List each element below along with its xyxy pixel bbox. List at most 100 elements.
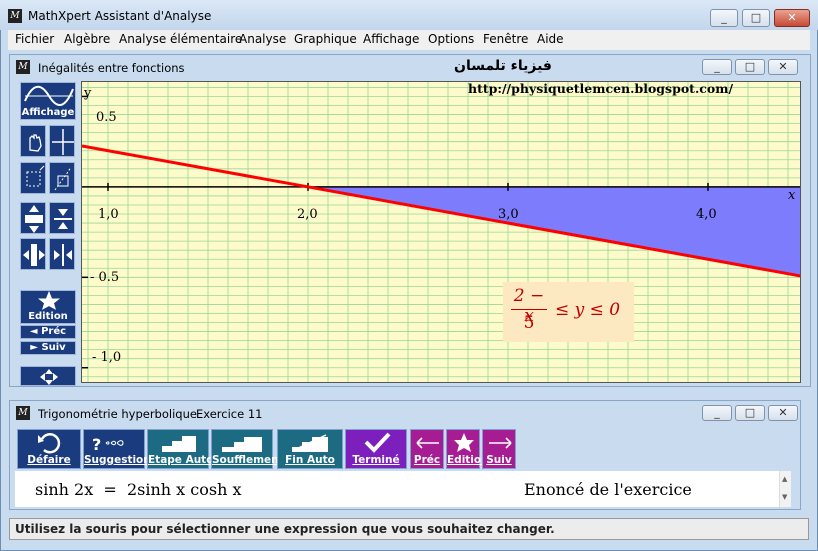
zoom-curve-button[interactable] — [49, 162, 75, 194]
zoom-vertical-out-button[interactable] — [49, 202, 75, 234]
undo-button[interactable]: Défaire — [17, 429, 81, 469]
vertical-compress-icon — [54, 209, 72, 229]
vertical-expand-icon — [25, 205, 43, 233]
formula-bounds: ≤ y ≤ 0 — [555, 300, 621, 320]
hand-icon — [29, 134, 42, 152]
scroll-down-icon[interactable]: ▼ — [782, 493, 787, 501]
inequality-formula[interactable]: 2 − x 5 ≤ y ≤ 0 — [503, 282, 634, 342]
exercise-prec-button[interactable]: Préc — [410, 429, 444, 469]
zoom-curve-icon — [54, 166, 72, 191]
exercise-expression[interactable]: sinh 2x = 2sinh x cosh x — [35, 480, 242, 499]
exercise-suiv-label: Suiv — [486, 454, 512, 466]
prec-label: ◄ Préc — [29, 326, 67, 337]
hand-tool-button[interactable] — [20, 125, 46, 157]
exercise-window: M Trigonométrie hyperbolique Exercice 11… — [9, 400, 801, 510]
graph-close-button[interactable]: ✕ — [768, 59, 798, 75]
menu-graphique[interactable]: Graphique — [294, 32, 357, 46]
status-bar: Utilisez la souris pour sélectionner une… — [9, 518, 809, 540]
stairs-finish-icon — [292, 434, 328, 452]
exercise-minimize-button[interactable]: _ — [702, 405, 732, 421]
stairs-icon — [222, 437, 262, 452]
etape-auto-button[interactable]: Etape Auto — [147, 429, 214, 469]
zoom-vertical-in-button[interactable] — [20, 202, 46, 234]
horizontal-compress-icon — [54, 244, 72, 266]
crosshair-icon — [52, 129, 74, 155]
graph-window: M Inégalités entre fonctions فيزياء تلمس… — [9, 54, 811, 387]
horizontal-expand-icon — [23, 244, 45, 266]
graph-minimize-button[interactable]: _ — [702, 59, 732, 75]
mathxpert-logo-icon: M — [16, 60, 30, 74]
zoom-horizontal-out-button[interactable] — [49, 238, 75, 270]
star-icon — [454, 433, 474, 452]
suggestion-label: Suggestion — [84, 454, 151, 466]
status-text: Utilisez la souris pour sélectionner une… — [15, 522, 555, 536]
menu-analyse[interactable]: Analyse — [239, 32, 286, 46]
menu-fichier[interactable]: Fichier — [15, 32, 54, 46]
suiv-label: ► Suiv — [30, 342, 66, 353]
soufflement-button[interactable]: Soufflement — [211, 429, 284, 469]
close-button[interactable]: ✕ — [774, 9, 810, 27]
exercise-scrollbar[interactable]: ▲ ▼ — [779, 471, 791, 507]
y-axis-label: y — [84, 86, 92, 101]
mathxpert-logo-icon: M — [16, 406, 30, 420]
plot-area[interactable]: y x http://physiquetlemcen.blogspot.com/… — [81, 81, 801, 383]
menu-options[interactable]: Options — [428, 32, 474, 46]
prec-button[interactable]: ◄ Préc — [20, 325, 76, 339]
soufflement-label: Soufflement — [212, 454, 284, 466]
star-icon — [38, 291, 60, 310]
affichage-button[interactable]: Affichage — [20, 82, 76, 120]
checkmark-icon — [364, 432, 391, 453]
menu-affichage[interactable]: Affichage — [363, 32, 419, 46]
menu-bar: Fichier Algèbre Analyse élémentaire Anal… — [8, 30, 810, 50]
exercise-close-button[interactable]: ✕ — [768, 405, 798, 421]
arrow-left-icon — [416, 437, 439, 449]
x-axis-label: x — [788, 188, 796, 203]
exercise-prec-label: Préc — [413, 454, 441, 466]
zoom-box-button[interactable] — [20, 162, 46, 194]
exercise-statement-label: Enoncé de l'exercice — [524, 480, 692, 499]
edition-label: Edition — [28, 311, 68, 322]
pan-button[interactable] — [20, 366, 76, 386]
exercise-edition-button[interactable]: Edition — [446, 429, 489, 469]
mathxpert-logo-icon: M — [8, 9, 22, 23]
termine-label: Terminé — [352, 454, 400, 466]
stairs-icon — [162, 436, 196, 452]
exercise-window-titlebar: M Trigonométrie hyperbolique Exercice 11… — [10, 401, 800, 425]
x-tick-label: 4,0 — [696, 207, 717, 222]
exercise-display: sinh 2x = 2sinh x cosh x Enoncé de l'exe… — [15, 471, 791, 507]
menu-analyse-elementaire[interactable]: Analyse élémentaire — [119, 32, 242, 46]
menu-fenetre[interactable]: Fenêtre — [483, 32, 528, 46]
graph-window-titlebar: M Inégalités entre fonctions فيزياء تلمس… — [10, 55, 810, 79]
crosshair-button[interactable] — [49, 125, 75, 157]
suggestion-button[interactable]: ? Suggestion — [83, 429, 151, 469]
watermark-url: http://physiquetlemcen.blogspot.com/ — [468, 81, 734, 96]
menu-algebre[interactable]: Algèbre — [64, 32, 110, 46]
suiv-button[interactable]: ► Suiv — [20, 341, 76, 355]
menu-aide[interactable]: Aide — [537, 32, 564, 46]
arrow-right-icon — [489, 437, 512, 449]
svg-text:?: ? — [92, 435, 101, 454]
move-arrows-icon — [40, 369, 58, 385]
maximize-button[interactable]: □ — [742, 9, 770, 27]
fin-auto-label: Fin Auto — [285, 454, 335, 466]
formula-denominator: 5 — [523, 313, 535, 333]
sine-wave-icon — [24, 85, 74, 106]
graph-svg — [82, 82, 800, 382]
graph-window-title: Inégalités entre fonctions — [38, 61, 185, 75]
fraction-bar — [511, 309, 547, 310]
zoom-horizontal-in-button[interactable] — [20, 238, 46, 270]
exercise-window-title: Trigonométrie hyperbolique — [38, 407, 197, 421]
title-bar: M MathXpert Assistant d'Analyse _ □ ✕ — [0, 0, 818, 30]
graph-maximize-button[interactable]: □ — [735, 59, 765, 75]
affichage-label: Affichage — [21, 107, 75, 118]
exercise-maximize-button[interactable]: □ — [735, 405, 765, 421]
x-tick-label: 1,0 — [98, 207, 119, 222]
fin-auto-button[interactable]: Fin Auto — [277, 429, 343, 469]
termine-button[interactable]: Terminé — [345, 429, 407, 469]
etape-auto-label: Etape Auto — [148, 454, 214, 466]
exercise-suiv-button[interactable]: Suiv — [482, 429, 516, 469]
edition-button[interactable]: Edition — [20, 290, 76, 324]
x-tick-label: 3,0 — [498, 207, 519, 222]
scroll-up-icon[interactable]: ▲ — [782, 475, 787, 483]
minimize-button[interactable]: _ — [710, 9, 738, 27]
